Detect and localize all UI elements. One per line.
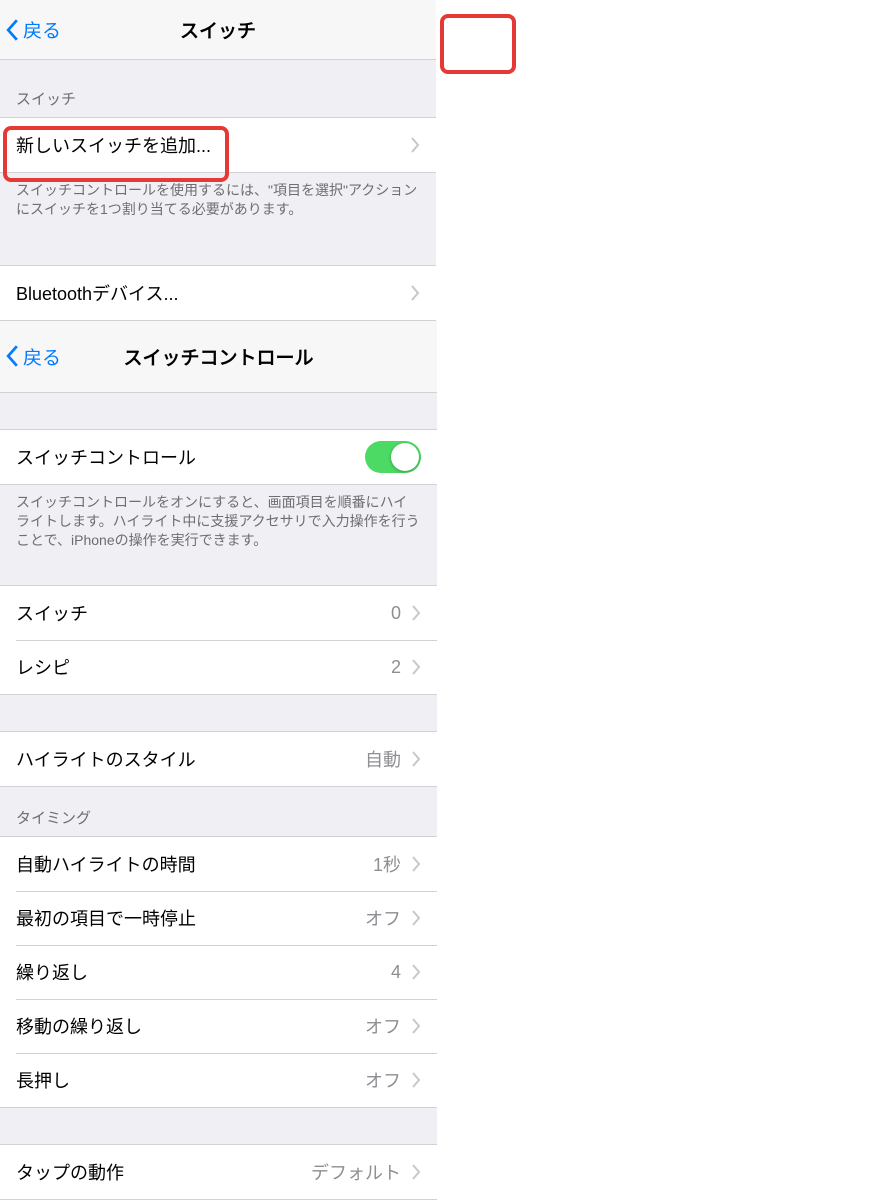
pause-first-value: オフ (365, 905, 401, 931)
tap-behavior-value: デフォルト (311, 1159, 401, 1185)
chevron-right-icon (410, 137, 420, 153)
cell-group-timing: 自動ハイライトの時間 1秒 最初の項目で一時停止 オフ 繰り返し 4 移動の繰り… (0, 836, 437, 1108)
repeat-label: 繰り返し (16, 959, 391, 985)
pause-first-label: 最初の項目で一時停止 (16, 905, 365, 931)
repeat-cell[interactable]: 繰り返し 4 (0, 945, 437, 999)
section-header-timing: タイミング (0, 787, 437, 836)
back-label-left: 戻る (23, 16, 61, 43)
pause-first-item-cell[interactable]: 最初の項目で一時停止 オフ (0, 891, 437, 945)
annotation-highlight-back-button (440, 14, 516, 74)
chevron-right-icon (411, 964, 421, 980)
bluetooth-label: Bluetoothデバイス... (16, 280, 410, 306)
cell-group-switches-recipes: スイッチ 0 レシピ 2 (0, 585, 437, 695)
auto-highlight-value: 1秒 (373, 851, 401, 877)
navbar-title-right: スイッチコントロール (0, 343, 437, 370)
repeat-value: 4 (391, 962, 401, 983)
chevron-right-icon (411, 910, 421, 926)
back-chevron-icon (6, 19, 19, 41)
recipes-label: レシピ (16, 654, 391, 680)
bluetooth-devices-cell[interactable]: Bluetoothデバイス... (0, 266, 436, 320)
chevron-right-icon (411, 856, 421, 872)
back-button-right[interactable]: 戻る (0, 343, 61, 370)
auto-highlight-cell[interactable]: 自動ハイライトの時間 1秒 (0, 837, 437, 891)
add-switch-cell[interactable]: 新しいスイッチを追加... (0, 118, 436, 172)
tap-behavior-cell[interactable]: タップの動作 デフォルト (0, 1145, 437, 1199)
chevron-right-icon (411, 1072, 421, 1088)
switches-value: 0 (391, 603, 401, 624)
section-footer-switch-help: スイッチコントロールを使用するには、"項目を選択"アクションにスイッチを1つ割り… (0, 173, 436, 229)
add-switch-label: 新しいスイッチを追加... (16, 132, 410, 158)
highlight-style-cell[interactable]: ハイライトのスタイル 自動 (0, 732, 437, 786)
navbar-title-left: スイッチ (0, 16, 436, 43)
back-label-right: 戻る (23, 343, 61, 370)
long-press-value: オフ (365, 1067, 401, 1093)
long-press-label: 長押し (16, 1067, 365, 1093)
cell-group-add-switch: 新しいスイッチを追加... (0, 117, 436, 173)
chevron-right-icon (411, 1018, 421, 1034)
highlight-style-label: ハイライトのスタイル (16, 746, 365, 772)
switch-control-toggle[interactable] (365, 441, 421, 473)
highlight-style-value: 自動 (365, 746, 401, 772)
right-navbar: 戻る スイッチコントロール (0, 321, 437, 393)
move-repeat-value: オフ (365, 1013, 401, 1039)
cell-group-main-toggle: スイッチコントロール (0, 429, 437, 485)
auto-highlight-label: 自動ハイライトの時間 (16, 851, 373, 877)
long-press-cell[interactable]: 長押し オフ (0, 1053, 437, 1107)
cell-group-bluetooth: Bluetoothデバイス... (0, 265, 436, 321)
chevron-right-icon (411, 605, 421, 621)
back-button-left[interactable]: 戻る (0, 16, 61, 43)
right-screen: 戻る スイッチコントロール スイッチコントロール スイッチコントロールをオンにす… (0, 321, 437, 1200)
left-navbar: 戻る スイッチ (0, 0, 436, 60)
recipes-value: 2 (391, 657, 401, 678)
section-footer-switch-control-desc: スイッチコントロールをオンにすると、画面項目を順番にハイライトします。ハイライト… (0, 485, 437, 560)
move-repeat-label: 移動の繰り返し (16, 1013, 365, 1039)
left-screen: 戻る スイッチ スイッチ 新しいスイッチを追加... スイッチコントロールを使用… (0, 0, 436, 321)
switch-control-toggle-cell[interactable]: スイッチコントロール (0, 430, 437, 484)
switches-cell[interactable]: スイッチ 0 (0, 586, 437, 640)
toggle-knob (391, 443, 419, 471)
chevron-right-icon (410, 285, 420, 301)
section-header-switches: スイッチ (0, 60, 436, 117)
cell-group-highlight-style: ハイライトのスタイル 自動 (0, 731, 437, 787)
back-chevron-icon (6, 345, 19, 367)
recipes-cell[interactable]: レシピ 2 (0, 640, 437, 694)
switches-label: スイッチ (16, 600, 391, 626)
switch-control-toggle-label: スイッチコントロール (16, 444, 365, 470)
chevron-right-icon (411, 659, 421, 675)
cell-group-tap-behavior: タップの動作 デフォルト (0, 1144, 437, 1200)
move-repeat-cell[interactable]: 移動の繰り返し オフ (0, 999, 437, 1053)
tap-behavior-label: タップの動作 (16, 1159, 311, 1185)
chevron-right-icon (411, 1164, 421, 1180)
chevron-right-icon (411, 751, 421, 767)
